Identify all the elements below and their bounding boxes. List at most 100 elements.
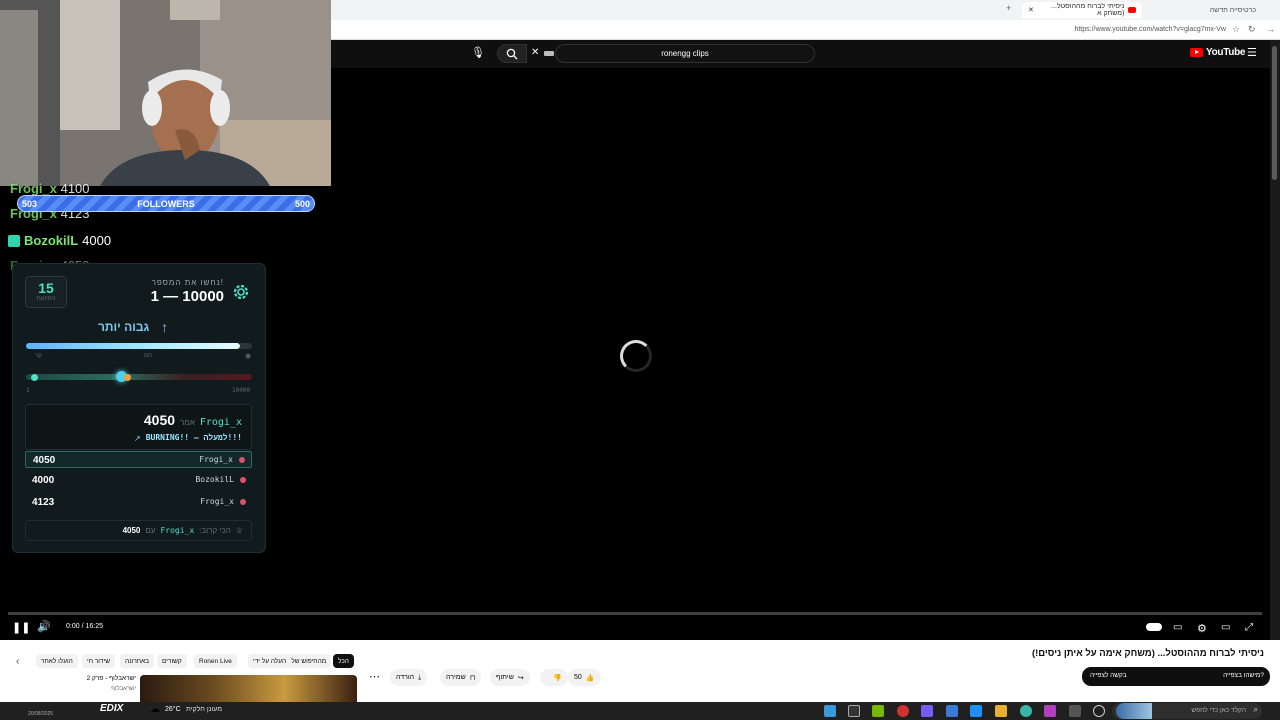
volume-icon[interactable]: 🔊 <box>37 620 51 633</box>
hot-label: חם <box>144 353 153 359</box>
chip-recent[interactable]: באחרונה <box>120 654 155 668</box>
chevron-left-icon[interactable]: ‹ <box>16 656 19 667</box>
tab-youtube[interactable]: ניסיתי לברוח מההוסטל... (משחק א ✕ <box>1022 2 1142 18</box>
github-icon[interactable] <box>848 705 860 717</box>
settings-icon[interactable]: ⚙ <box>1197 622 1207 635</box>
menu-icon[interactable]: ☰ <box>1247 46 1257 59</box>
search-input[interactable]: ronengg clips <box>555 44 815 63</box>
like-button[interactable]: 👍 50 <box>568 669 601 686</box>
badge-icon <box>8 234 20 247</box>
app-icon[interactable] <box>946 705 958 717</box>
more-icon[interactable]: ⋯ <box>369 670 380 683</box>
youtube-wordmark: YouTube <box>1206 47 1246 58</box>
subtitles-icon[interactable]: ▭ <box>1173 622 1182 633</box>
share-label: שיתוף <box>496 674 514 681</box>
trophy-icon: ♕ <box>235 526 243 535</box>
last-guess-status: BURNING!! — למעלה!!! <box>145 433 242 442</box>
hint-text: גבוה יותר <box>98 320 150 334</box>
chip-label: קשורים <box>162 657 182 665</box>
webcam-image <box>0 0 331 186</box>
edge-icon[interactable] <box>1020 705 1032 717</box>
scrollbar-thumb[interactable] <box>1272 46 1277 180</box>
leaderboard-value: 4050 <box>33 455 56 466</box>
temperature-bar <box>26 343 240 349</box>
chip-live[interactable]: שידור חי <box>82 654 115 668</box>
video-title: ניסיתי לברוח מההוסטל... (משחק אימה על אי… <box>1031 648 1264 659</box>
back-icon[interactable]: → <box>1266 24 1275 34</box>
search-button[interactable] <box>497 44 527 63</box>
youtube-play-icon <box>1190 48 1203 57</box>
chat-username: Frogi_x <box>10 181 57 196</box>
sidebar-video-thumbnail[interactable] <box>140 675 357 702</box>
youtube-logo[interactable]: YouTube <box>1190 47 1246 58</box>
save-button[interactable]: ⊓ שמירה <box>440 669 482 686</box>
tab-new[interactable]: כרטיסייה חדשה <box>1150 2 1262 18</box>
chip-related[interactable]: קשורים <box>157 654 187 668</box>
share-button[interactable]: ↪ שיתוף <box>490 669 530 686</box>
folder-icon[interactable] <box>995 705 1007 717</box>
game-range: 1 — 10000 <box>150 288 224 305</box>
taskbar-search-placeholder: הקלד כאן כדי לחפש <box>1191 707 1246 714</box>
chat-text: 4000 <box>82 233 112 248</box>
toast[interactable]: בקשה לצפייה מישהו בצפייה? <box>1082 667 1270 686</box>
twitch-icon[interactable] <box>921 705 933 717</box>
status-dot-icon <box>240 477 246 483</box>
chip-uploaded-by[interactable]: העלה על ידי <box>248 654 292 668</box>
cortana-icon[interactable] <box>1093 705 1105 717</box>
store-icon[interactable] <box>970 705 982 717</box>
sidebar-video-title[interactable]: ישראבלוף - פרק 2 <box>60 675 136 682</box>
search-icon: ⌕ <box>1253 705 1258 714</box>
search-highlight-image <box>1116 703 1152 719</box>
keyboard-icon[interactable] <box>544 51 554 56</box>
youtube-favicon-icon <box>1128 7 1136 13</box>
time-display: 0:00 / 16:25 <box>66 623 103 630</box>
weather-icon: ☁ <box>150 704 160 715</box>
taskbar-search[interactable]: הקלד כאן כדי לחפש ⌕ <box>1112 703 1262 719</box>
chat-message: BozokilL 4000 <box>8 233 111 248</box>
pause-icon[interactable]: ❚❚ <box>12 621 30 634</box>
copilot-icon[interactable] <box>1044 705 1056 717</box>
tries-label: ניסיונות <box>36 296 56 302</box>
sidebar-video-channel: ישראבלוף <box>111 686 136 692</box>
trend-up-icon: ↗ <box>134 433 141 443</box>
chat-message: Frogi_x 4100 <box>10 181 90 196</box>
star-icon[interactable]: ☆ <box>1232 24 1240 35</box>
clear-search-icon[interactable]: ✕ <box>531 47 539 58</box>
followers-goal-bar: 503 FOLLOWERS 500 <box>17 195 315 212</box>
chat-username: BozokilL <box>24 233 79 248</box>
guess-marker <box>124 374 131 381</box>
like-count: 50 <box>574 674 582 681</box>
nvidia-icon[interactable] <box>872 705 884 717</box>
theater-icon[interactable]: ▭ <box>1221 622 1230 633</box>
leaderboard-value: 4000 <box>32 475 55 486</box>
dislike-button[interactable]: 👎 <box>540 669 568 686</box>
leaderboard-user: BozokilL <box>195 475 234 484</box>
tries-box: 15 ניסיונות <box>25 276 67 308</box>
download-label: הורדה <box>396 674 415 681</box>
last-guess-card: Frogi_x אמר 4050 ↗ BURNING!! — למעלה!!! <box>25 404 252 450</box>
toast-secondary[interactable]: בקשה לצפייה <box>1090 672 1127 679</box>
closest-user: Frogi_x <box>160 526 195 535</box>
close-tab-icon[interactable]: ✕ <box>1028 6 1034 14</box>
fullscreen-icon[interactable]: ⤢ <box>1245 622 1253 633</box>
tab-title: כרטיסייה חדשה <box>1209 6 1256 14</box>
range-min-marker <box>31 374 38 381</box>
chip-uploaded-after[interactable]: הועלו לאחר <box>36 654 78 668</box>
download-button[interactable]: ⤓ הורדה <box>390 669 428 686</box>
chip-label: באחרונה <box>125 657 150 665</box>
taskbar-date: 20/08/2025 <box>28 711 54 717</box>
chip-ronen-live[interactable]: Ronen Live <box>194 654 237 668</box>
arrow-up-icon: ↑ <box>161 319 169 335</box>
obs-icon[interactable] <box>897 705 909 717</box>
reload-icon[interactable]: ↻ <box>1248 24 1256 35</box>
chip-all[interactable]: הכל <box>333 654 354 668</box>
weather-desc: מעונן חלקית <box>186 706 223 713</box>
autoplay-toggle[interactable] <box>1146 623 1162 631</box>
steam-icon[interactable] <box>824 705 836 717</box>
new-tab-icon[interactable]: + <box>1006 3 1011 13</box>
mic-icon[interactable]: 🎙 <box>471 46 485 59</box>
followers-current: 503 <box>22 198 38 209</box>
leaderboard-user: Frogi_x <box>200 497 234 506</box>
task-view-icon[interactable] <box>1069 705 1081 717</box>
thumbs-up-icon: 👍 <box>585 674 595 682</box>
